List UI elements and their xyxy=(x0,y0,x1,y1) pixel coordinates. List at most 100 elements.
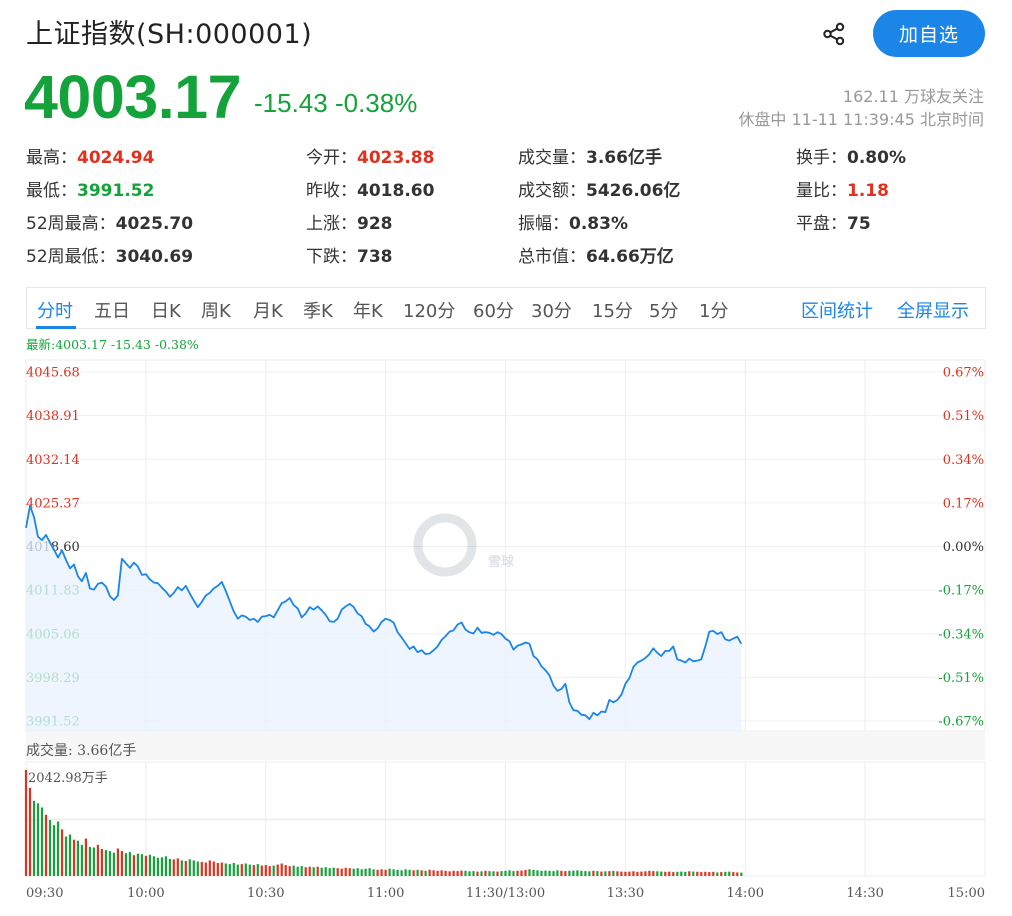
current-price: 4003.17 xyxy=(24,63,242,131)
volume-bar xyxy=(680,871,683,876)
tab-3[interactable]: 周K xyxy=(201,297,231,323)
tab-6[interactable]: 年K xyxy=(353,297,383,323)
volume-bar xyxy=(196,861,199,876)
volume-bar xyxy=(136,853,139,876)
volume-bar xyxy=(172,859,175,876)
volume-bar xyxy=(240,864,243,876)
watermark-text: 雪球 xyxy=(488,554,515,570)
volume-bar xyxy=(568,870,571,876)
fullscreen-link[interactable]: 全屏显示 xyxy=(897,297,969,323)
volume-bar xyxy=(628,871,631,876)
volume-bar xyxy=(368,868,371,876)
volume-bar xyxy=(404,869,407,876)
y-tick-left: 4038.91 xyxy=(26,409,80,424)
range-stats-link[interactable]: 区间统计 xyxy=(801,297,873,323)
volume-bar xyxy=(252,865,255,876)
volume-bar xyxy=(580,870,583,876)
volume-bar xyxy=(104,850,107,876)
volume-bar xyxy=(308,866,311,876)
tab-1[interactable]: 五日 xyxy=(94,297,130,323)
volume-bar xyxy=(436,870,439,876)
tab-2[interactable]: 日K xyxy=(151,297,181,323)
volume-bar xyxy=(68,834,72,876)
stat-item: 量比：1.18 xyxy=(796,176,889,201)
volume-bar xyxy=(488,871,491,876)
stat-value: 3.66亿手 xyxy=(586,148,662,168)
volume-bar xyxy=(372,869,375,876)
volume-bar xyxy=(452,870,455,876)
y-tick-right: -0.67% xyxy=(938,715,984,730)
volume-bar xyxy=(296,866,299,876)
volume-bar xyxy=(636,871,639,876)
volume-bar xyxy=(420,870,423,876)
volume-bar xyxy=(92,847,95,876)
volume-bar xyxy=(248,864,251,876)
volume-bar xyxy=(496,871,499,876)
volume-bar xyxy=(352,868,355,876)
x-tick: 10:30 xyxy=(247,886,284,901)
y-tick-right: 0.51% xyxy=(943,409,984,424)
volume-bar xyxy=(444,870,447,876)
stat-value: 5426.06亿 xyxy=(586,181,681,201)
stat-value: 4024.94 xyxy=(77,148,155,168)
volume-bar xyxy=(360,869,363,876)
y-tick-left: 3998.29 xyxy=(26,671,80,686)
volume-bar xyxy=(88,846,91,876)
volume-bar xyxy=(216,863,219,876)
volume-bar xyxy=(64,836,68,876)
stat-value: 3040.69 xyxy=(115,247,194,267)
volume-bar xyxy=(376,869,379,876)
tab-0[interactable]: 分时 xyxy=(37,297,73,323)
y-tick-left: 4005.06 xyxy=(26,627,80,642)
stat-item: 今开：4023.88 xyxy=(306,143,434,168)
volume-bar xyxy=(540,870,543,876)
y-tick-right: -0.17% xyxy=(938,584,984,599)
tab-8[interactable]: 60分 xyxy=(473,297,514,323)
volume-bar xyxy=(388,868,391,876)
tab-11[interactable]: 5分 xyxy=(649,297,678,323)
volume-bar xyxy=(340,868,343,876)
y-tick-right: 0.34% xyxy=(943,453,984,468)
volume-bar xyxy=(28,787,32,876)
volume-bar xyxy=(416,869,419,876)
volume-bar xyxy=(396,869,399,876)
tab-5[interactable]: 季K xyxy=(303,297,333,323)
volume-bar xyxy=(724,871,727,876)
y-tick-right: 0.67% xyxy=(943,366,984,381)
tab-7[interactable]: 120分 xyxy=(403,297,455,323)
volume-plot-frame xyxy=(25,761,986,877)
stat-item: 最高：4024.94 xyxy=(26,143,154,168)
volume-bar xyxy=(320,867,323,876)
volume-bar xyxy=(212,861,215,876)
volume-bar xyxy=(392,869,395,876)
stat-value: 928 xyxy=(357,214,393,234)
y-tick-left: 4025.37 xyxy=(26,496,80,511)
volume-bar xyxy=(52,825,56,876)
y-tick-right: 0.17% xyxy=(943,496,984,511)
volume-bar xyxy=(524,870,527,876)
stat-item: 下跌：738 xyxy=(306,242,393,267)
volume-bar xyxy=(484,870,487,876)
add-watchlist-button[interactable]: 加自选 xyxy=(873,10,985,57)
volume-bar xyxy=(300,866,303,876)
volume-bar xyxy=(332,867,335,876)
volume-bar xyxy=(96,844,99,876)
volume-bar xyxy=(564,871,567,876)
volume-bar xyxy=(280,863,283,876)
tab-9[interactable]: 30分 xyxy=(531,297,572,323)
volume-bar xyxy=(504,870,507,876)
tab-4[interactable]: 月K xyxy=(253,297,283,323)
tab-12[interactable]: 1分 xyxy=(699,297,728,323)
stat-value: 3991.52 xyxy=(77,181,155,201)
volume-bar xyxy=(188,859,191,876)
volume-bar xyxy=(124,853,127,876)
volume-bar xyxy=(696,871,699,876)
volume-bar xyxy=(148,854,151,876)
volume-bar xyxy=(644,871,647,876)
share-icon[interactable] xyxy=(821,21,847,47)
tab-10[interactable]: 15分 xyxy=(592,297,633,323)
stat-label: 量比： xyxy=(796,181,847,201)
volume-bar xyxy=(652,871,655,876)
volume-bar xyxy=(692,871,695,876)
volume-bar xyxy=(460,870,463,876)
